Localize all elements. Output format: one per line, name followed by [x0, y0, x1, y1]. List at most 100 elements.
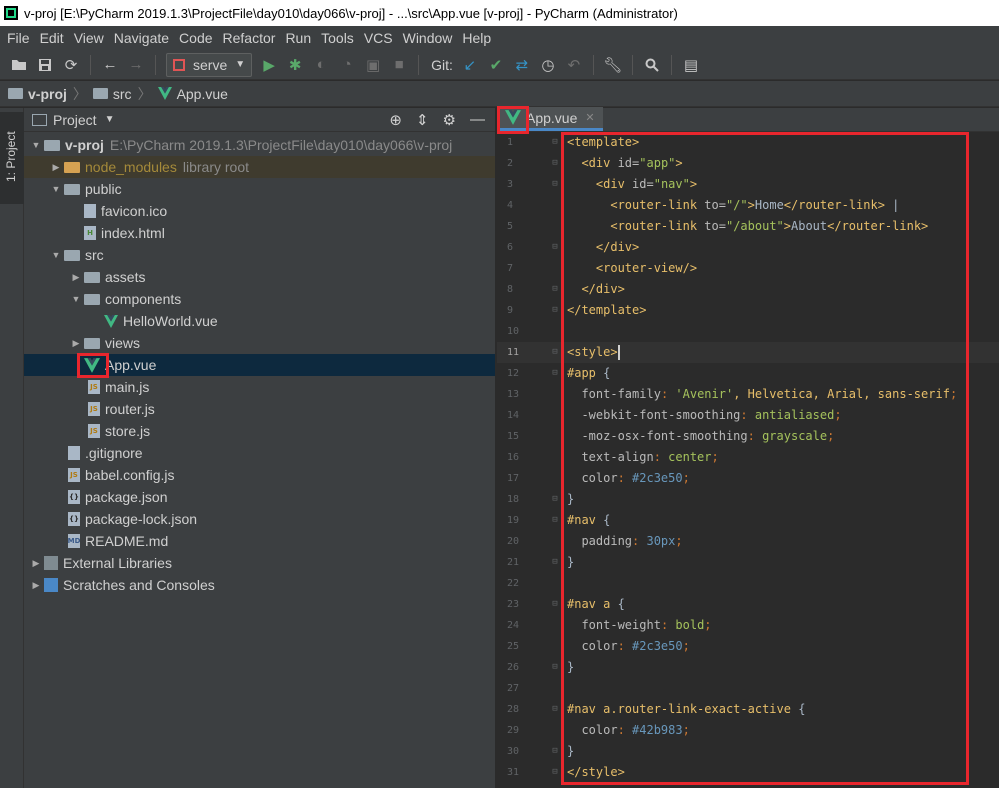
tree-item-public[interactable]: ▼ public: [24, 178, 495, 200]
fold-marker-icon[interactable]: ⊟: [543, 699, 567, 720]
chevron-down-icon[interactable]: ▼: [105, 114, 115, 125]
code-line: 16 text-align: center;: [497, 447, 999, 468]
tree-item-favicon[interactable]: favicon.ico: [24, 200, 495, 222]
collapsed-arrow-icon[interactable]: ▶: [68, 272, 84, 283]
forward-arrow-icon[interactable]: →: [123, 53, 149, 77]
settings-wrench-icon[interactable]: 🔧︎: [600, 53, 626, 77]
expanded-arrow-icon[interactable]: ▼: [48, 250, 64, 260]
project-tree: ▼ v-proj E:\PyCharm 2019.1.3\ProjectFile…: [24, 132, 495, 596]
collapsed-arrow-icon[interactable]: ▶: [68, 338, 84, 349]
tab-app-vue[interactable]: App.vue ✕: [497, 107, 603, 131]
save-all-icon[interactable]: [32, 53, 58, 77]
tree-root[interactable]: ▼ v-proj E:\PyCharm 2019.1.3\ProjectFile…: [24, 134, 495, 156]
tree-item-main-js[interactable]: JS main.js: [24, 376, 495, 398]
build-icon[interactable]: ▣: [360, 53, 386, 77]
menu-run[interactable]: Run: [280, 26, 316, 50]
fold-marker-icon[interactable]: ⊟: [543, 657, 567, 678]
expanded-arrow-icon[interactable]: ▼: [48, 184, 64, 194]
hide-panel-icon[interactable]: —: [470, 111, 485, 128]
git-revert-icon[interactable]: ↶: [561, 53, 587, 77]
tree-item-views[interactable]: ▶ views: [24, 332, 495, 354]
code-area[interactable]: 1 ⊟ <template> 2 ⊟ <div id="app"> 3 ⊟ <div i…: [497, 132, 999, 788]
menu-code[interactable]: Code: [174, 26, 217, 50]
js-file-icon: JS: [88, 424, 100, 438]
line-number: 16: [507, 452, 520, 463]
fold-marker-icon[interactable]: ⊟: [543, 132, 567, 153]
fold-marker-icon[interactable]: ⊟: [543, 342, 567, 363]
menu-vcs[interactable]: VCS: [359, 26, 398, 50]
menu-window[interactable]: Window: [398, 26, 458, 50]
line-number: 24: [507, 620, 520, 631]
menu-edit[interactable]: Edit: [35, 26, 69, 50]
expanded-arrow-icon[interactable]: ▼: [28, 140, 44, 150]
tree-item-components[interactable]: ▼ components: [24, 288, 495, 310]
menu-file[interactable]: File: [2, 26, 35, 50]
breadcrumb-src[interactable]: src: [92, 86, 132, 102]
tree-item-external-libraries[interactable]: ▶ External Libraries: [24, 552, 495, 574]
fold-marker-icon[interactable]: ⊟: [543, 594, 567, 615]
collapsed-arrow-icon[interactable]: ▶: [48, 162, 64, 173]
expanded-arrow-icon[interactable]: ▼: [68, 294, 84, 304]
close-icon[interactable]: ✕: [585, 111, 594, 124]
menu-view[interactable]: View: [69, 26, 109, 50]
fold-marker-icon[interactable]: ⊟: [543, 489, 567, 510]
tree-item-package-json[interactable]: {} package.json: [24, 486, 495, 508]
tree-item-store-js[interactable]: JS store.js: [24, 420, 495, 442]
menu-tools[interactable]: Tools: [316, 26, 359, 50]
locate-target-icon[interactable]: ⊕: [389, 111, 402, 129]
fold-marker-icon[interactable]: ⊟: [543, 363, 567, 384]
profile-icon[interactable]: ◔: [334, 53, 360, 77]
collapse-all-icon[interactable]: ⇕: [416, 111, 429, 129]
git-history-icon[interactable]: ◷: [535, 53, 561, 77]
stop-icon[interactable]: ■: [386, 53, 412, 77]
open-folder-icon[interactable]: [6, 53, 32, 77]
line-number: 12: [507, 368, 520, 379]
tree-item-app-vue[interactable]: App.vue: [24, 354, 495, 376]
project-view-icon: [32, 113, 47, 126]
run-config-select[interactable]: serve ▼: [166, 52, 253, 77]
tree-item-router-js[interactable]: JS router.js: [24, 398, 495, 420]
search-icon[interactable]: [639, 53, 665, 77]
main-toolbar: ⟳ ← → serve ▼ ▶ ✱ ◐ ◔ ▣ ■ Git: ↙ ✔ ⇄ ◷ ↶…: [0, 50, 999, 80]
run-icon[interactable]: ▶: [256, 53, 282, 77]
tree-item-readme[interactable]: MD README.md: [24, 530, 495, 552]
menu-navigate[interactable]: Navigate: [109, 26, 174, 50]
debug-bug-icon[interactable]: ✱: [282, 53, 308, 77]
fold-marker-icon[interactable]: ⊟: [543, 510, 567, 531]
tree-item-node-modules[interactable]: ▶ node_modules library root: [24, 156, 495, 178]
fold-marker-icon[interactable]: ⊟: [543, 237, 567, 258]
sync-icon[interactable]: ⟳: [58, 53, 84, 77]
tree-item-helloworld-vue[interactable]: HelloWorld.vue: [24, 310, 495, 332]
tree-item-scratches[interactable]: ▶ Scratches and Consoles: [24, 574, 495, 596]
breadcrumb-project[interactable]: v-proj: [8, 86, 67, 102]
project-view-selector[interactable]: Project: [53, 112, 97, 128]
fold-marker-icon[interactable]: ⊟: [543, 300, 567, 321]
tree-item-babel-config[interactable]: JS babel.config.js: [24, 464, 495, 486]
fold-marker-icon[interactable]: ⊟: [543, 741, 567, 762]
fold-marker-icon[interactable]: ⊟: [543, 279, 567, 300]
line-number: 8: [507, 284, 514, 295]
git-compare-icon[interactable]: ⇄: [509, 53, 535, 77]
fold-marker-icon[interactable]: ⊟: [543, 552, 567, 573]
presentation-icon[interactable]: ▤: [678, 53, 704, 77]
tree-item-index-html[interactable]: H index.html: [24, 222, 495, 244]
breadcrumb-file[interactable]: App.vue: [157, 86, 228, 102]
back-arrow-icon[interactable]: ←: [97, 53, 123, 77]
fold-marker-icon[interactable]: ⊟: [543, 762, 567, 783]
project-tool-tab[interactable]: 1: Project: [0, 112, 24, 204]
menu-refactor[interactable]: Refactor: [218, 26, 281, 50]
tree-item-assets[interactable]: ▶ assets: [24, 266, 495, 288]
git-update-icon[interactable]: ↙: [457, 53, 483, 77]
fold-marker-icon[interactable]: ⊟: [543, 174, 567, 195]
collapsed-arrow-icon[interactable]: ▶: [28, 580, 44, 591]
menu-help[interactable]: Help: [457, 26, 496, 50]
coverage-icon[interactable]: ◐: [308, 53, 334, 77]
tree-item-package-lock-json[interactable]: {} package-lock.json: [24, 508, 495, 530]
collapsed-arrow-icon[interactable]: ▶: [28, 558, 44, 569]
git-commit-icon[interactable]: ✔: [483, 53, 509, 77]
gear-icon[interactable]: ⚙: [443, 111, 456, 129]
tree-item-src[interactable]: ▼ src: [24, 244, 495, 266]
tree-item-gitignore[interactable]: .gitignore: [24, 442, 495, 464]
vue-file-icon: [104, 314, 118, 328]
fold-marker-icon[interactable]: ⊟: [543, 153, 567, 174]
